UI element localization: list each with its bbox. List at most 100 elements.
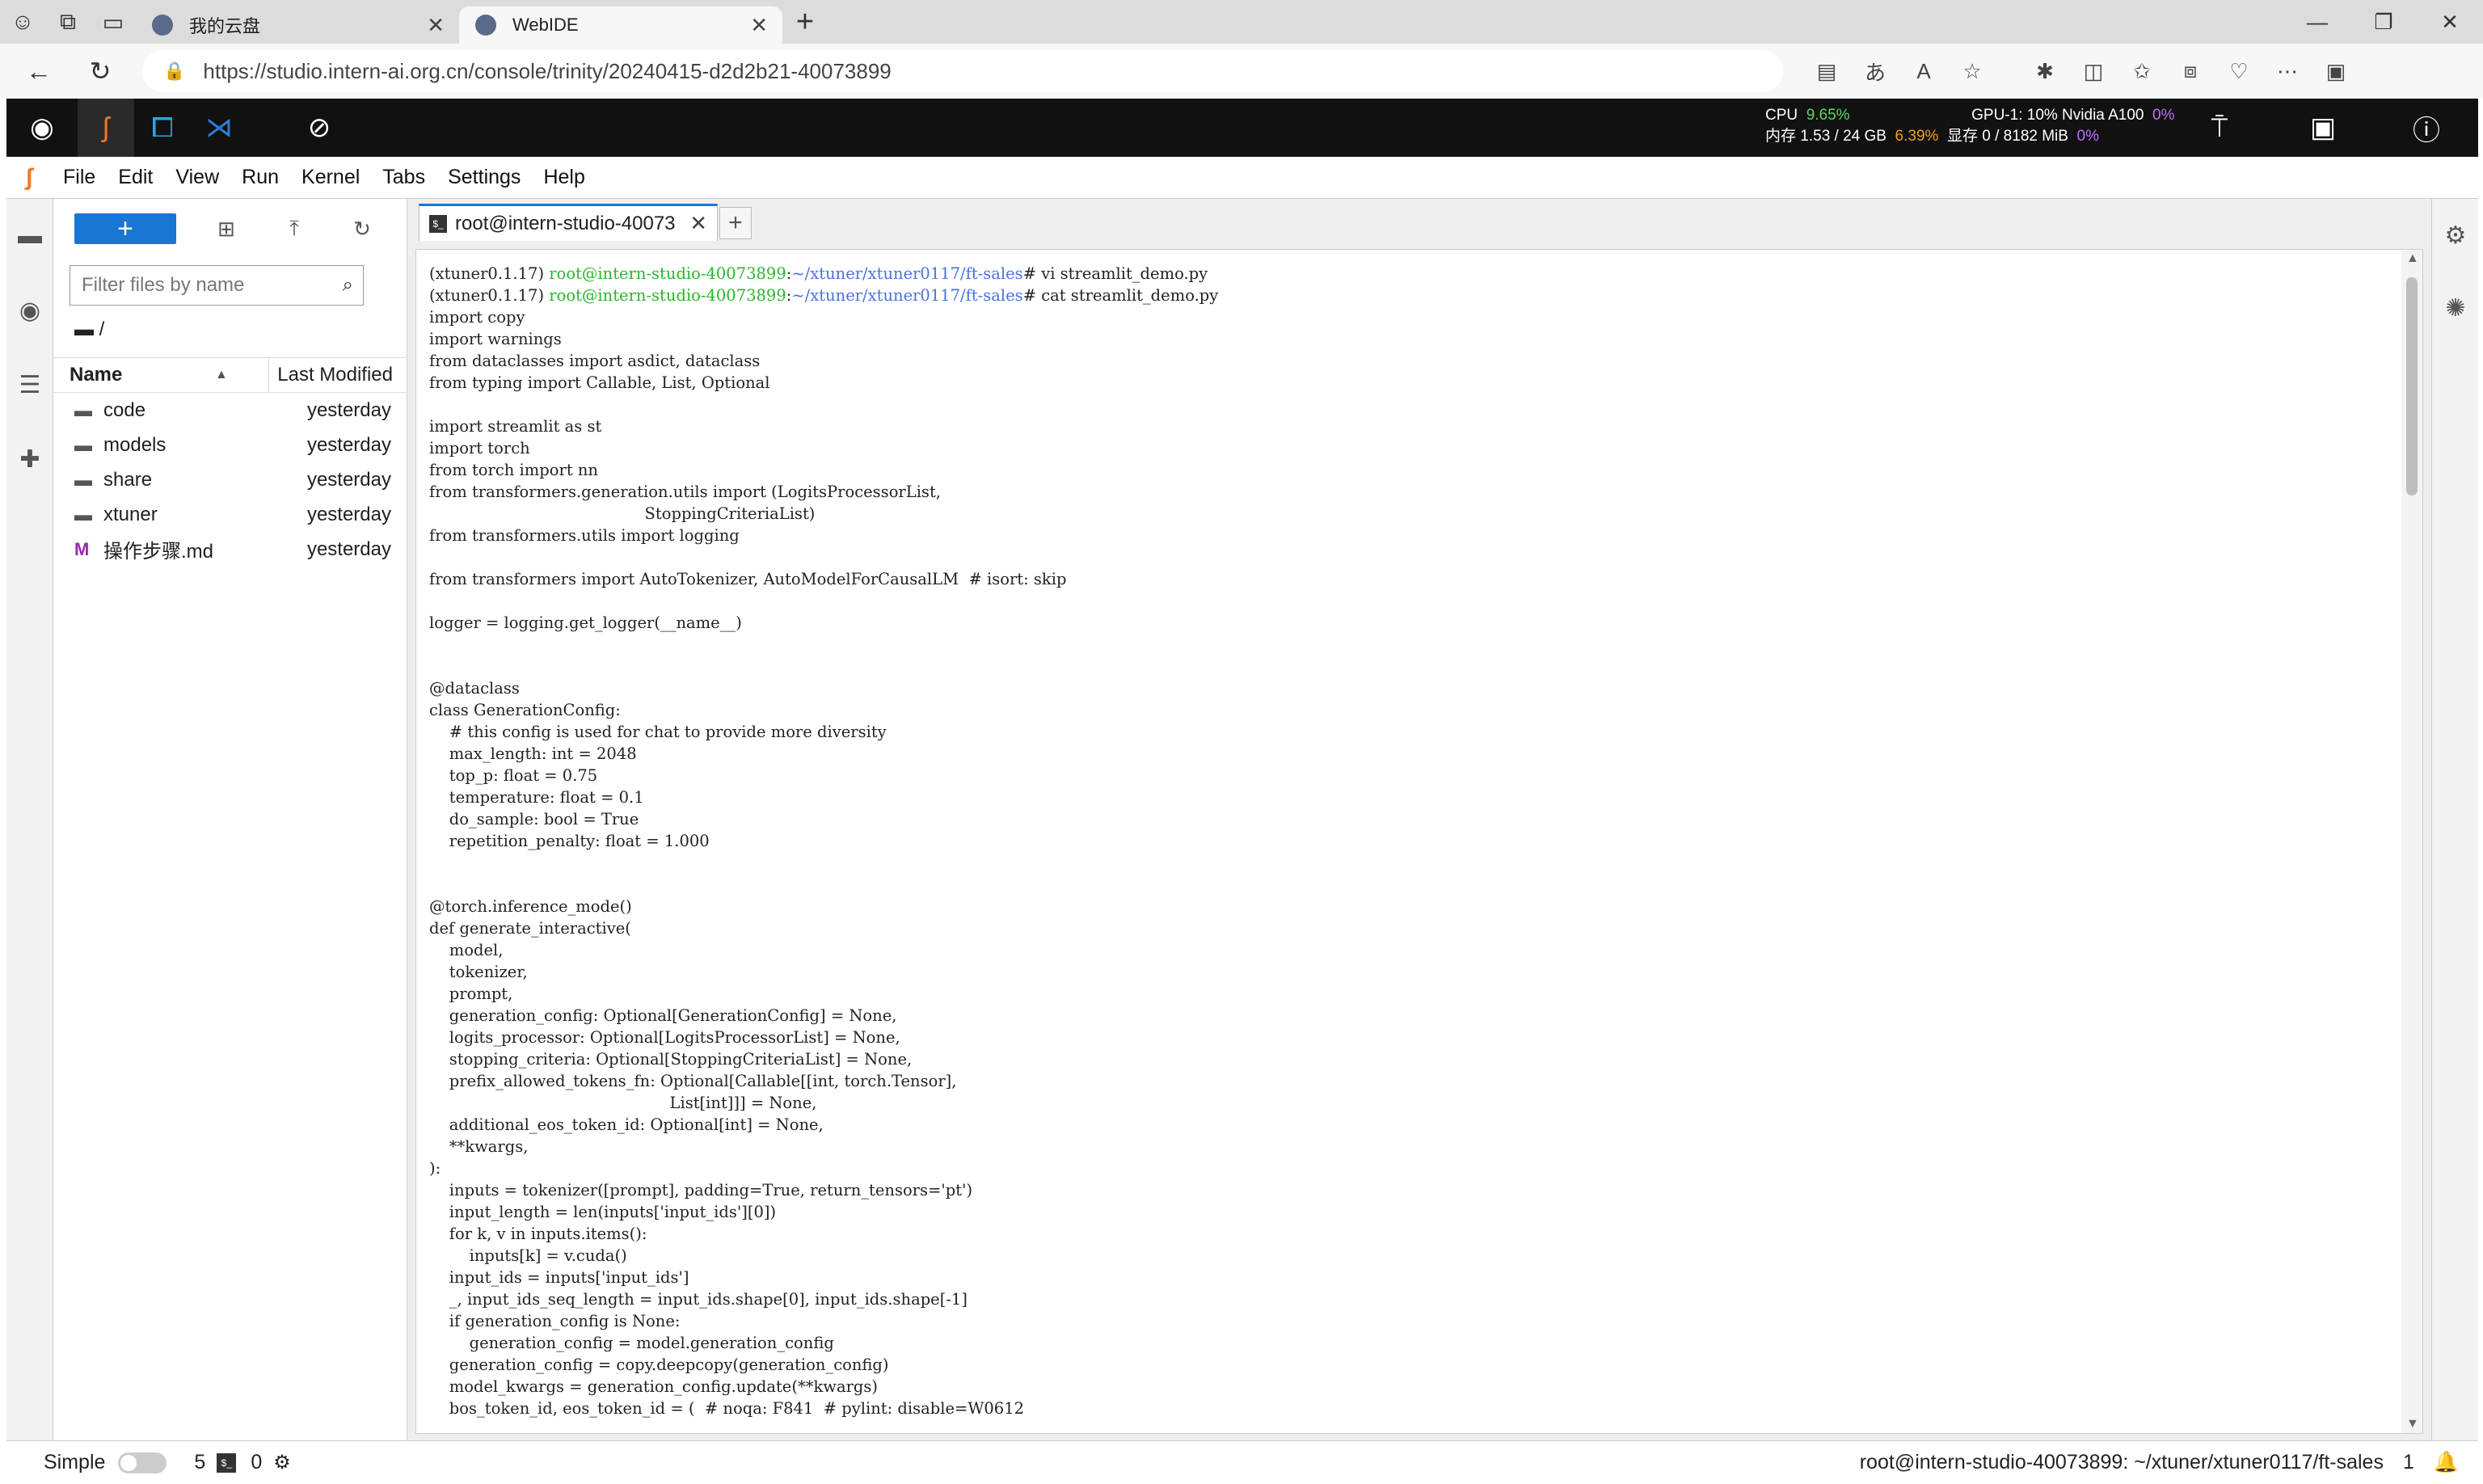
upload-icon[interactable]: ⤒ [260, 213, 328, 244]
more-icon[interactable]: ⋯ [2263, 44, 2312, 99]
folder-icon: ▬ [74, 318, 94, 340]
markdown-icon: M [74, 538, 90, 559]
browser-tabstrip: ☺ ⧉ ▭ 我的云盘 ✕ WebIDE ✕ + — ❐ ✕ [0, 0, 2483, 44]
extensions-icon[interactable]: ✱ [2021, 44, 2069, 99]
jupyter-icon[interactable]: ʃ [78, 99, 134, 157]
vram-label: 显存 [1946, 128, 1978, 145]
list-item[interactable]: M 操作步骤.md yesterday [53, 532, 407, 567]
file-list-header: Name ▲ Last Modified [53, 357, 407, 393]
terminal-panel[interactable]: (xtuner0.1.17) root@intern-studio-400738… [415, 249, 2423, 1434]
info-icon[interactable]: ⓘ [2375, 99, 2478, 157]
vram-pct: 0% [2076, 128, 2099, 145]
list-item[interactable]: ▬ code yesterday [53, 393, 407, 428]
split-screen-icon[interactable]: ◫ [2069, 44, 2118, 99]
terminals-status[interactable]: 0 ⚙ [251, 1451, 290, 1474]
simple-mode-toggle[interactable] [118, 1452, 167, 1473]
running-kernels-icon[interactable]: ◉ [6, 273, 53, 348]
translate-icon[interactable]: あ [1851, 44, 1899, 99]
monitor-icon[interactable]: ▣ [2271, 99, 2375, 157]
menu-tabs[interactable]: Tabs [371, 166, 436, 189]
menu-edit[interactable]: Edit [107, 166, 164, 189]
terminals-count: 0 [251, 1451, 263, 1473]
command-line: # cat streamlit_demo.py [1022, 286, 1219, 305]
prompt-user: root@intern-studio-40073899 [549, 264, 786, 283]
gpu-label: GPU-1: 10% Nvidia A100 [1971, 107, 2144, 124]
folder-icon[interactable]: ▬ [6, 199, 53, 273]
browser-tab-webide[interactable]: WebIDE ✕ [459, 6, 782, 44]
vscode-icon[interactable]: ⋊ [191, 99, 247, 157]
command-line: # vi streamlit_demo.py [1022, 264, 1208, 283]
file-modified: yesterday [306, 433, 391, 456]
restore-icon[interactable]: ❐ [2350, 0, 2417, 44]
list-item[interactable]: ▬ xtuner yesterday [53, 497, 407, 532]
file-name: code [103, 398, 146, 421]
menu-run[interactable]: Run [230, 166, 290, 189]
scrollbar-thumb[interactable] [2406, 277, 2418, 495]
read-aloud-icon[interactable]: A [1899, 44, 1948, 99]
refresh-icon[interactable]: ↻ [70, 44, 131, 99]
terminal-scrollbar[interactable]: ▲ ▼ [2401, 250, 2422, 1433]
menu-help[interactable]: Help [532, 166, 596, 189]
table-of-contents-icon[interactable]: ☰ [6, 348, 53, 422]
new-folder-icon[interactable]: ⊞ [192, 213, 260, 244]
code-editor-icon[interactable]: ⧠ [134, 99, 191, 157]
file-name: xtuner [103, 503, 158, 525]
add-tab-button[interactable]: + [719, 207, 752, 239]
menu-bar: ʃ File Edit View Run Kernel Tabs Setting… [6, 157, 2478, 199]
menu-kernel[interactable]: Kernel [290, 166, 371, 189]
simple-mode-label: Simple [44, 1451, 106, 1473]
file-name: share [103, 468, 153, 491]
lock-icon: 🔒 [163, 61, 186, 81]
bell-icon[interactable]: 🔔 [2434, 1451, 2459, 1474]
collections-icon[interactable]: ⧈ [2166, 44, 2215, 99]
clipboard-icon[interactable]: ▤ [1802, 44, 1851, 99]
terminal-tab[interactable]: $_ root@intern-studio-40073 ✕ [419, 204, 718, 241]
property-inspector-icon[interactable]: ⚙ [2432, 199, 2479, 272]
url-text: https://studio.intern-ai.org.cn/console/… [203, 58, 892, 83]
prompt-path: ~/xtuner/xtuner0117/ft-sales [791, 286, 1023, 305]
scroll-up-icon[interactable]: ▲ [2406, 251, 2419, 266]
column-name[interactable]: Name [53, 364, 215, 386]
minimize-icon[interactable]: — [2284, 0, 2350, 44]
column-last-modified[interactable]: Last Modified [268, 357, 407, 393]
scroll-down-icon[interactable]: ▼ [2406, 1417, 2419, 1431]
tensorflow-icon[interactable]: ⍑ [2168, 99, 2271, 157]
breadcrumb-root[interactable]: / [99, 318, 105, 340]
filter-placeholder: Filter files by name [82, 274, 245, 296]
favorites-icon[interactable]: ✩ [2118, 44, 2166, 99]
sidebar-toggle-icon[interactable]: ▣ [2312, 44, 2360, 99]
filter-files-input[interactable]: Filter files by name ⌕ [70, 265, 364, 306]
terminal-tab-title: root@intern-studio-40073 [455, 212, 676, 234]
list-item[interactable]: ▬ models yesterday [53, 428, 407, 462]
back-icon[interactable]: ← [8, 44, 70, 99]
menu-view[interactable]: View [164, 166, 230, 189]
extensions-puzzle-icon[interactable]: ✚ [6, 422, 53, 496]
code-content: import copy import warnings from datacla… [429, 308, 1067, 1418]
close-tab-icon[interactable]: ✕ [750, 13, 768, 38]
breadcrumb[interactable]: ▬ / [74, 318, 104, 341]
browser-tab-title: WebIDE [512, 15, 579, 35]
tab-actions-icon[interactable]: ▭ [91, 0, 136, 44]
compass-icon[interactable]: ⊘ [291, 99, 348, 157]
menu-file[interactable]: File [52, 166, 107, 189]
browser-tab-yunpan[interactable]: 我的云盘 ✕ [136, 6, 459, 44]
close-tab-icon[interactable]: ✕ [689, 211, 707, 236]
performance-icon[interactable]: ♡ [2215, 44, 2263, 99]
vram-value: 0 / 8182 MiB [1982, 128, 2068, 145]
debugger-icon[interactable]: ✺ [2432, 272, 2479, 344]
close-tab-icon[interactable]: ✕ [427, 13, 445, 38]
workspaces-icon[interactable]: ⧉ [45, 0, 91, 44]
refresh-files-icon[interactable]: ↻ [328, 213, 396, 244]
kernels-status[interactable]: 5 $_ [194, 1451, 237, 1474]
file-modified: yesterday [306, 503, 391, 525]
intern-logo-icon[interactable]: ◉ [6, 99, 78, 157]
new-tab-button[interactable]: + [782, 0, 828, 44]
close-window-icon[interactable]: ✕ [2417, 0, 2483, 44]
file-list: ▬ code yesterday ▬ models yesterday ▬ sh… [53, 393, 407, 567]
url-field[interactable]: 🔒 https://studio.intern-ai.org.cn/consol… [142, 50, 1783, 92]
new-launcher-button[interactable]: + [74, 213, 176, 244]
profile-icon[interactable]: ☺ [0, 0, 45, 44]
menu-settings[interactable]: Settings [436, 166, 532, 189]
favorite-star-icon[interactable]: ☆ [1948, 44, 1996, 99]
list-item[interactable]: ▬ share yesterday [53, 462, 407, 497]
